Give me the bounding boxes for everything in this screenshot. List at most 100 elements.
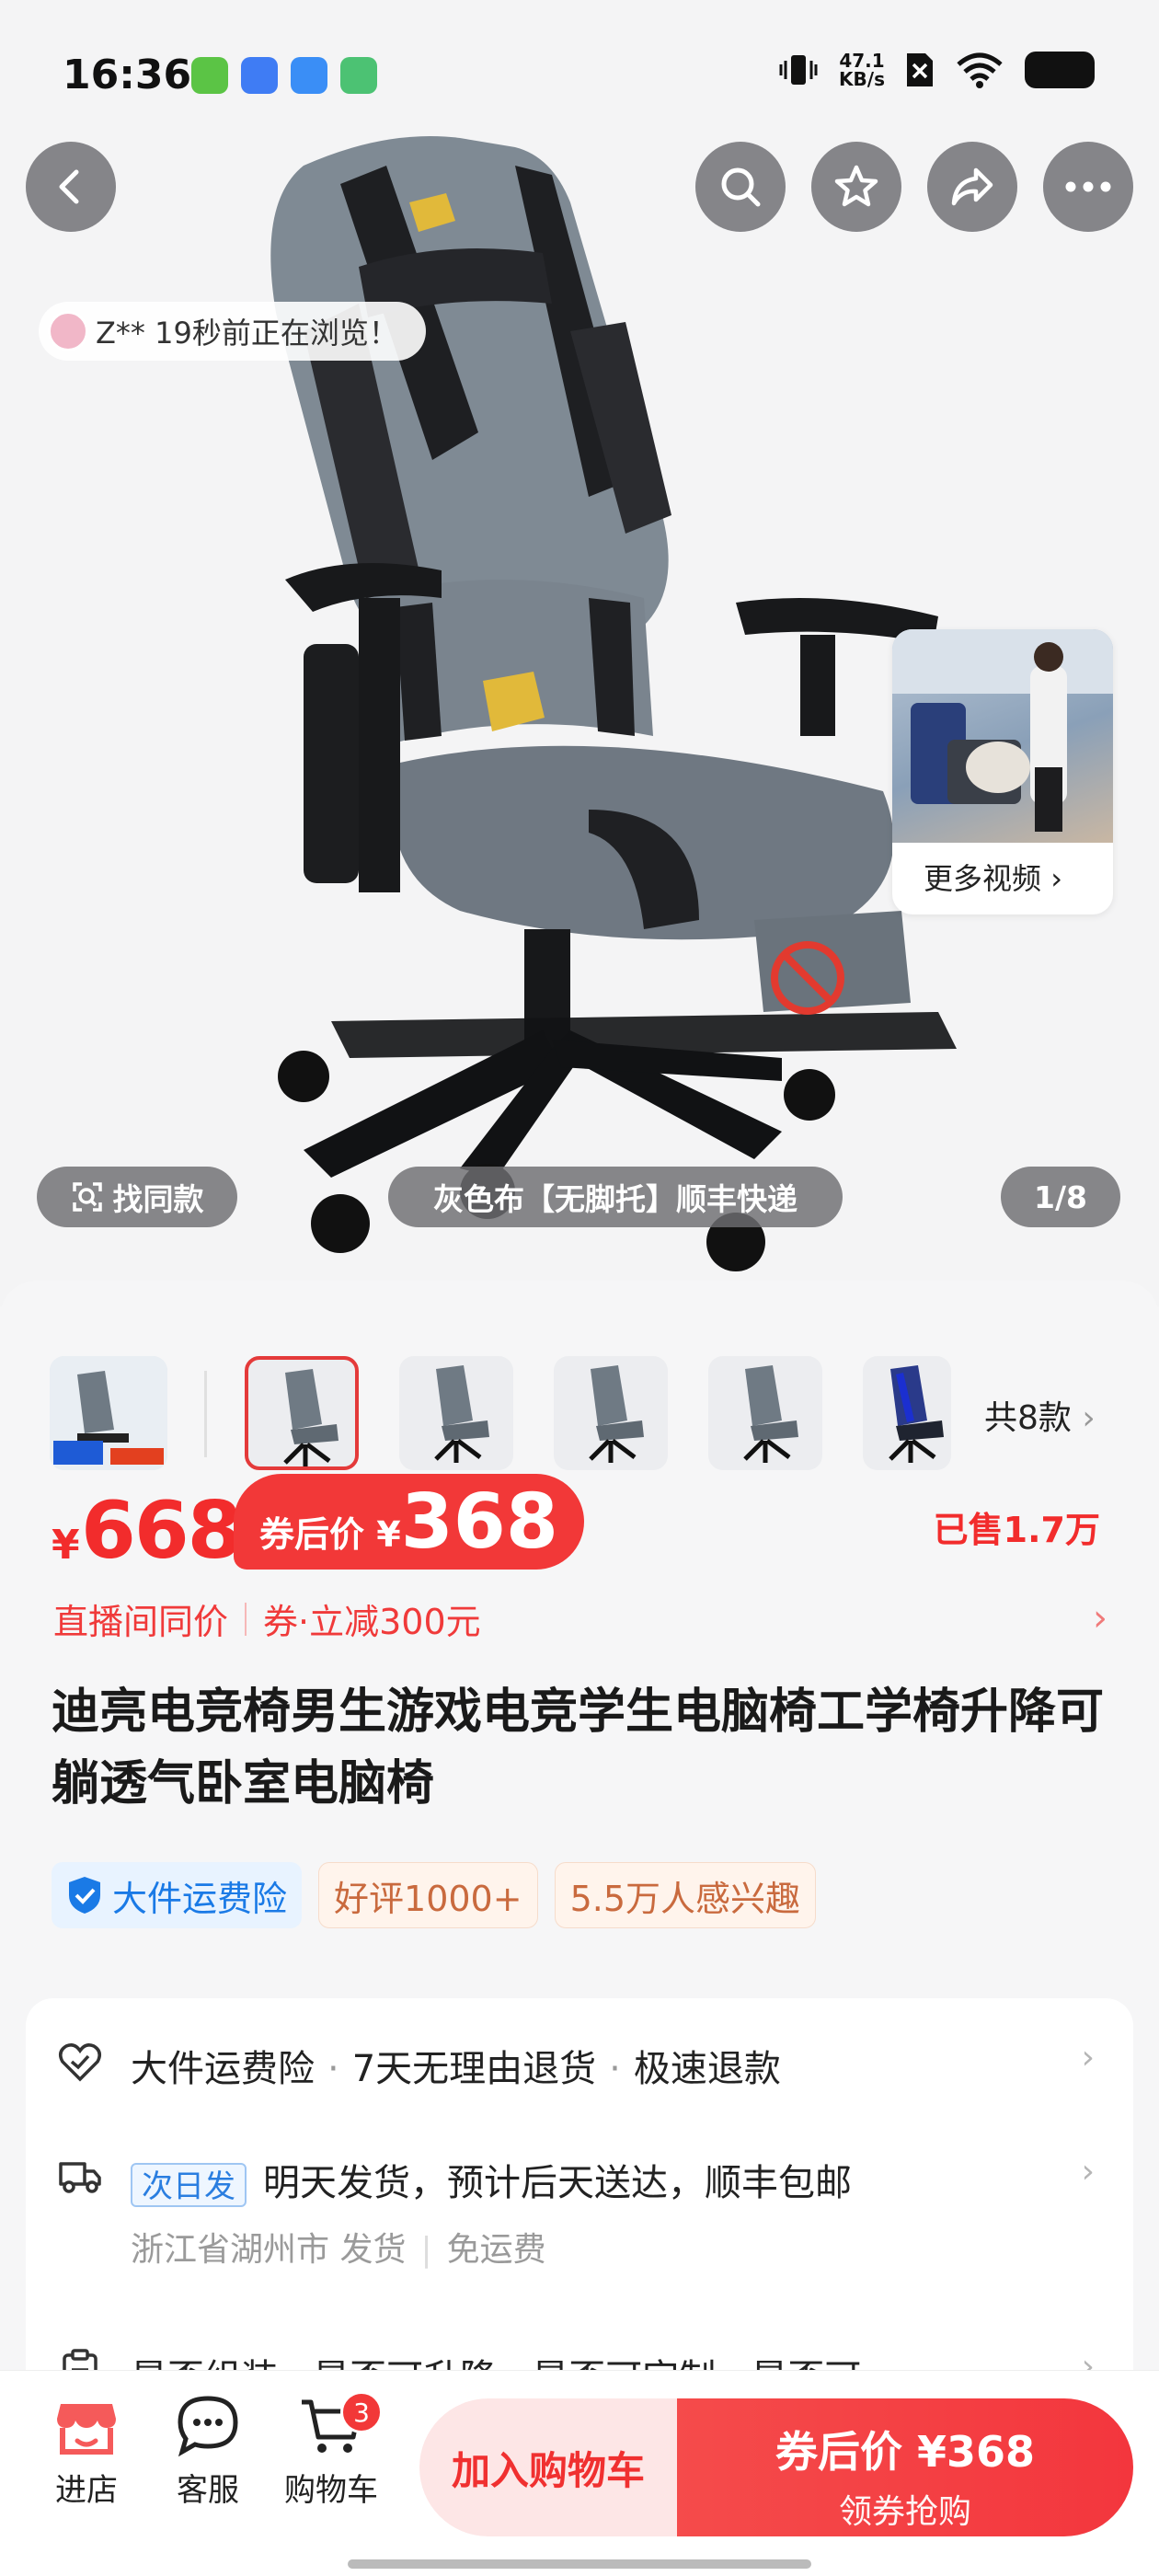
original-price: 668 xyxy=(81,1485,243,1577)
video-thumbnail xyxy=(892,629,1113,843)
share-button[interactable] xyxy=(927,142,1017,232)
search-icon xyxy=(721,167,761,207)
network-speed-value: 47.1 xyxy=(839,50,885,72)
video-thumbnail-image xyxy=(892,629,1113,832)
home-indicator[interactable] xyxy=(348,2559,811,2569)
battery-icon xyxy=(1025,52,1095,88)
more-videos-card[interactable]: 更多视频 › xyxy=(892,629,1113,914)
cart-label: 购物车 xyxy=(284,2472,378,2509)
tag-interested[interactable]: 5.5万人感兴趣 xyxy=(554,1862,817,1928)
product-tags: 大件运费险 好评1000+ 5.5万人感兴趣 xyxy=(52,1862,817,1928)
shop-button[interactable]: 进店 xyxy=(31,2391,142,2510)
back-button[interactable] xyxy=(26,142,116,232)
product-detail-page: Z** 19秒前正在浏览！ 更多视频 › 找同款 灰色布【无脚托】顺丰快递 1/… xyxy=(0,0,1159,2576)
buy-with-coupon-button[interactable]: 券后价 ¥368 领券抢购 xyxy=(677,2398,1133,2536)
buy-price-label: 券后价 ¥368 xyxy=(775,2427,1036,2477)
variant-thumbnail[interactable] xyxy=(708,1356,822,1470)
status-time: 16:36 xyxy=(63,52,192,98)
add-to-cart-label: 加入购物车 xyxy=(451,2447,645,2493)
customer-service-label: 客服 xyxy=(177,2472,239,2509)
network-speed-unit: KB/s xyxy=(839,68,885,90)
variant-overview-image xyxy=(50,1356,167,1470)
app-notification-icon xyxy=(241,57,278,94)
browsing-notice-text: Z** 19秒前正在浏览！ xyxy=(96,316,398,351)
avatar xyxy=(48,311,88,351)
coupon-price-badge: 券后价 ¥ 368 xyxy=(234,1474,584,1570)
guarantee-text: 大件运费险 · 7天无理由退货 · 极速退款 xyxy=(131,2048,781,2090)
variant-thumbnail[interactable] xyxy=(863,1356,951,1470)
product-title: 迪亮电竞椅男生游戏电竞学生电脑椅工学椅升降可躺透气卧室电脑椅 xyxy=(52,1685,1105,1811)
promo-row[interactable]: 直播间同价 券·立减300元 xyxy=(53,1593,481,1644)
more-dots-icon xyxy=(1065,181,1111,192)
browsing-notice: Z** 19秒前正在浏览！ xyxy=(39,302,426,361)
app-notification-icon xyxy=(340,57,377,94)
network-speed: 47.1 KB/s xyxy=(839,52,885,88)
more-button[interactable] xyxy=(1043,142,1133,232)
tag-shipping-insurance[interactable]: 大件运费险 xyxy=(52,1862,303,1928)
add-to-cart-button[interactable]: 加入购物车 xyxy=(419,2398,677,2536)
no-sim-icon xyxy=(907,53,933,86)
live-same-price-label: 直播间同价 xyxy=(53,1602,229,1642)
shipping-origin: 浙江省湖州市 发货 | 免运费 xyxy=(131,2231,546,2269)
divider xyxy=(204,1371,207,1457)
star-icon xyxy=(834,165,878,207)
price-row: ¥ 668 券后价 ¥ 368 已售1.7万 xyxy=(52,1474,1109,1577)
find-similar-button[interactable]: 找同款 xyxy=(37,1167,237,1227)
status-app-icons xyxy=(191,57,377,94)
variant-thumbnail[interactable] xyxy=(245,1356,359,1470)
variant-thumbnail[interactable] xyxy=(399,1356,513,1470)
chevron-right-icon: › xyxy=(1081,2039,1095,2076)
coupon-price-prefix: 券后价 ¥ xyxy=(259,1513,401,1555)
buy-sub-label: 领券抢购 xyxy=(838,2493,971,2531)
share-icon xyxy=(951,167,993,206)
shield-check-icon xyxy=(69,1877,100,1914)
shipping-row[interactable]: 次日发 明天发货，预计后天送达，顺丰包邮 浙江省湖州市 发货 | 免运费 › xyxy=(26,2153,1133,2282)
variant-count-link[interactable]: 共8款 › xyxy=(984,1391,1096,1439)
bottom-action-bar: 进店 客服 购物车 3 加入购物车 券后价 ¥368 领券抢购 xyxy=(0,2370,1159,2576)
status-bar: 16:36 47.1 KB/s xyxy=(0,0,1159,129)
truck-icon xyxy=(59,2162,101,2193)
shop-icon xyxy=(57,2404,116,2455)
variant-image xyxy=(589,1365,644,1463)
variant-thumbnail[interactable] xyxy=(554,1356,668,1470)
scan-icon xyxy=(72,1182,102,1212)
divider xyxy=(245,1602,247,1636)
tag-label: 好评1000+ xyxy=(334,1878,522,1919)
search-button[interactable] xyxy=(695,142,786,232)
shipping-text: 次日发 明天发货，预计后天送达，顺丰包邮 xyxy=(131,2153,852,2207)
chevron-right-icon: › xyxy=(1081,2153,1095,2191)
product-image-gallery[interactable]: Z** 19秒前正在浏览！ 更多视频 › 找同款 灰色布【无脚托】顺丰快递 1/… xyxy=(0,0,1159,1306)
customer-service-button[interactable]: 客服 xyxy=(153,2391,263,2510)
image-counter-text: 1/8 xyxy=(1034,1179,1087,1215)
variant-image xyxy=(743,1365,798,1463)
app-notification-icon xyxy=(291,57,327,94)
chevron-right-icon[interactable]: › xyxy=(1093,1597,1107,1639)
favorite-button[interactable] xyxy=(811,142,901,232)
next-day-badge: 次日发 xyxy=(131,2163,247,2207)
coupon-price-value: 368 xyxy=(400,1478,558,1566)
price-currency: ¥ xyxy=(52,1522,80,1569)
tag-label: 大件运费险 xyxy=(112,1878,288,1919)
cart-button[interactable]: 购物车 3 xyxy=(276,2391,386,2510)
variant-image xyxy=(434,1365,489,1463)
heart-shield-icon xyxy=(59,2043,101,2082)
variant-image xyxy=(283,1369,339,1466)
variant-label-pill[interactable]: 灰色布【无脚托】顺丰快递 xyxy=(388,1167,843,1227)
variant-image xyxy=(889,1365,944,1463)
variant-label: 灰色布【无脚托】顺丰快递 xyxy=(433,1181,798,1217)
app-notification-icon xyxy=(191,57,228,94)
guarantee-row[interactable]: 大件运费险 · 7天无理由退货 · 极速退款 › xyxy=(26,2039,1133,2112)
cart-count-badge: 3 xyxy=(340,2391,383,2433)
wifi-icon xyxy=(957,52,1003,88)
tag-label: 5.5万人感兴趣 xyxy=(569,1878,801,1919)
variant-overview-thumbnail[interactable] xyxy=(50,1356,167,1470)
chat-icon xyxy=(178,2396,238,2457)
tag-good-reviews[interactable]: 好评1000+ xyxy=(318,1862,538,1928)
sold-count: 已售1.7万 xyxy=(933,1510,1100,1550)
variant-thumbnail-strip[interactable]: 共8款 › xyxy=(0,1317,1159,1470)
product-info-sheet: 共8款 › ¥ 668 券后价 ¥ 368 已售1.7万 直播间同价 券·立减3… xyxy=(0,1281,1159,2458)
vibrate-icon xyxy=(779,55,818,85)
image-counter: 1/8 xyxy=(1001,1167,1120,1227)
find-similar-label: 找同款 xyxy=(112,1181,204,1217)
coupon-discount-label: 券·立减300元 xyxy=(263,1602,481,1642)
